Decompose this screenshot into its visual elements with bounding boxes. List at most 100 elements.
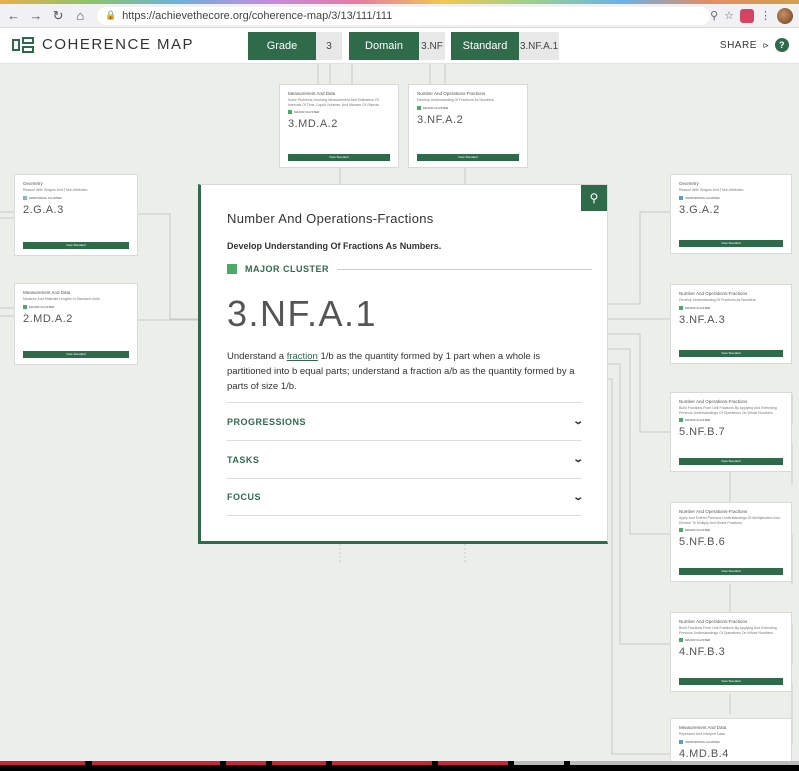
card-cluster: Measure And Estimate Lengths In Standard… [23,297,101,301]
standard-card-4-nf-b-3[interactable]: Number And Operations-Fractions Build Fr… [670,612,792,692]
divider [337,268,593,270]
card-domain: Measurement And Data [679,725,727,730]
domain-value[interactable]: 3.NF [419,32,445,60]
grade-filter[interactable]: Grade 3 [248,32,342,60]
standard-card-3-md-a-2[interactable]: Measurement And Data Solve Problems Invo… [279,84,399,168]
share-icon: ⪧ [762,39,769,51]
reload-icon[interactable]: ↻ [49,7,66,25]
card-domain: Number And Operations-Fractions [679,509,748,514]
cluster-badge: SUPPORTING CLUSTER [679,195,783,200]
card-domain: Number And Operations-Fractions [679,399,748,404]
fraction-link[interactable]: fraction [287,351,318,362]
section-label: TASKS [227,454,260,465]
url-text: https://achievethecore.org/coherence-map… [122,9,393,22]
cluster-badge: SUPPORTING CLUSTER [679,739,783,744]
card-domain: Measurement And Data [288,91,336,96]
standard-card-5-nf-b-6[interactable]: Number And Operations-Fractions Apply An… [670,502,792,582]
view-standard-button[interactable]: View Standard [679,350,783,357]
profile-avatar[interactable] [777,7,793,24]
back-icon[interactable]: ← [5,7,22,25]
focused-standard-card: ⚲ Number And Operations-Fractions Develo… [198,184,608,544]
os-taskbar [0,761,799,771]
cluster-badge: MAJOR CLUSTER [679,305,783,310]
standard-card-2-md-a-2[interactable]: Measurement And Data Measure And Estimat… [14,283,138,365]
card-domain: Number And Operations-Fractions [679,619,748,624]
card-code: 4.NF.B.3 [679,646,726,659]
help-button[interactable]: ? [775,38,789,52]
home-icon[interactable]: ⌂ [72,7,89,25]
browser-toolbar: ← → ↻ ⌂ 🔒 https://achievethecore.org/coh… [0,4,799,28]
standard-card-2-g-a-3[interactable]: Geometry Reason With Shapes And Their At… [14,174,138,256]
card-domain: Measurement And Data [23,290,71,295]
share-button[interactable]: SHARE ⪧ ? [720,38,789,52]
tasks-section[interactable]: TASKS ⌄ [227,440,584,478]
card-cluster: Develop Understanding Of Fractions As Nu… [679,298,757,302]
section-label: FOCUS [227,492,261,502]
card-code: 3.MD.A.2 [288,118,338,131]
logo[interactable]: COHERENCE MAP [12,36,194,53]
card-code: 2.MD.A.2 [23,312,73,325]
card-code: 3.G.A.2 [679,203,720,216]
card-cluster: Develop Understanding Of Fractions As Nu… [417,98,495,102]
view-standard-button[interactable]: View Standard [679,240,783,247]
standard-label[interactable]: Standard [451,32,519,60]
star-icon[interactable]: ☆ [724,9,734,22]
view-standard-button[interactable]: View Standard [679,458,783,465]
cluster-badge: MAJOR CLUSTER [288,110,390,115]
card-cluster: Apply And Extend Previous Understandings… [679,516,780,525]
standard-code: 3.NF.A.1 [227,293,378,334]
cluster-badge: MAJOR CLUSTER [679,638,783,643]
standard-filter[interactable]: Standard 3.NF.A.1 [451,32,559,60]
standard-card-3-g-a-2[interactable]: Geometry Reason With Shapes And Their At… [670,174,792,254]
chevron-down-icon: ⌄ [571,454,584,465]
cluster-badge: MAJOR CLUSTER [417,105,519,110]
grade-value[interactable]: 3 [316,32,342,60]
card-code: 4.MD.B.4 [679,747,729,760]
card-code: 3.NF.A.3 [679,313,726,326]
card-domain: Number And Operations-Fractions [679,291,748,296]
card-cluster: Reason With Shapes And Their Attributes. [679,188,745,192]
major-cluster-swatch [227,264,237,274]
cluster-type-label: MAJOR CLUSTER [245,264,330,274]
card-cluster: Solve Problems Involving Measurement And… [288,98,380,107]
card-domain: Geometry [679,181,699,186]
forward-icon[interactable]: → [27,7,44,25]
progressions-section[interactable]: PROGRESSIONS ⌄ [227,402,584,440]
zoom-icon[interactable]: ⚲ [710,9,718,22]
standard-card-4-md-b-4[interactable]: Measurement And Data Represent And Inter… [670,718,792,761]
view-standard-button[interactable]: View Standard [679,568,783,575]
domain-label[interactable]: Domain [349,32,419,60]
menu-icon[interactable]: ⋮ [760,9,771,22]
cluster-badge: MAJOR CLUSTER [679,528,783,533]
view-standard-button[interactable]: View Standard [288,154,390,161]
standard-card-5-nf-b-7[interactable]: Number And Operations-Fractions Build Fr… [670,392,792,472]
grade-label[interactable]: Grade [248,32,316,60]
coherence-map-icon [12,36,34,53]
domain-title: Number And Operations-Fractions [227,211,434,226]
card-code: 3.NF.A.2 [417,113,464,126]
standard-text: Understand a fraction 1/b as the quantit… [227,351,575,392]
view-standard-button[interactable]: View Standard [417,154,519,161]
domain-filter[interactable]: Domain 3.NF [349,32,445,60]
extension-icon[interactable] [740,8,754,23]
standard-card-3-nf-a-3[interactable]: Number And Operations-Fractions Develop … [670,284,792,364]
address-bar[interactable]: 🔒 https://achievethecore.org/coherence-m… [96,6,711,25]
view-standard-button[interactable]: View Standard [23,242,129,249]
logo-text: COHERENCE MAP [42,36,195,53]
card-domain: Number And Operations-Fractions [417,91,486,96]
card-code: 5.NF.B.6 [679,536,726,549]
cluster-title: Develop Understanding Of Fractions As Nu… [227,241,442,251]
view-standard-button[interactable]: View Standard [23,351,129,358]
view-standard-button[interactable]: View Standard [679,678,783,685]
focus-section[interactable]: FOCUS ⌄ [227,478,584,516]
card-cluster: Build Fractions From Unit Fractions By A… [679,406,777,415]
cluster-badge: ADDITIONAL CLUSTER [23,195,129,200]
card-cluster: Build Fractions From Unit Fractions By A… [679,626,777,635]
cluster-type: MAJOR CLUSTER [227,264,593,274]
standard-value[interactable]: 3.NF.A.1 [519,32,559,60]
coherence-map-canvas[interactable]: Measurement And Data Solve Problems Invo… [0,64,799,761]
chevron-down-icon: ⌄ [571,491,584,503]
standard-card-3-nf-a-2[interactable]: Number And Operations-Fractions Develop … [408,84,528,168]
chevron-down-icon: ⌄ [571,416,584,427]
zoom-search-icon[interactable]: ⚲ [581,185,607,211]
